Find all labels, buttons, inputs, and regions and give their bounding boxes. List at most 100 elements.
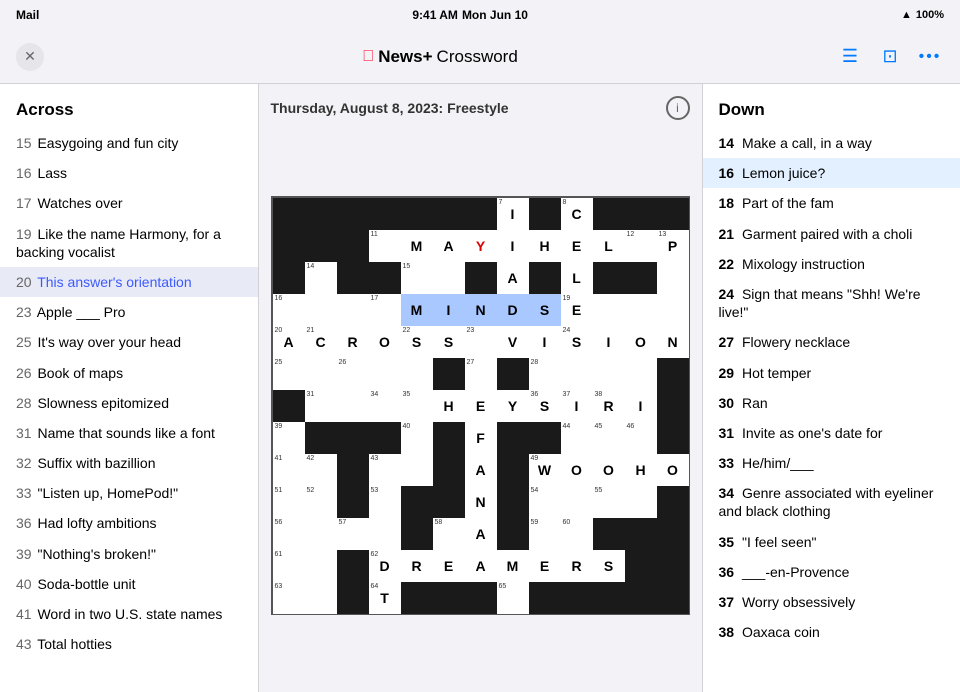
- grid-cell[interactable]: [625, 358, 657, 390]
- grid-cell[interactable]: A: [465, 518, 497, 550]
- grid-cell[interactable]: 46: [625, 422, 657, 454]
- grid-cell[interactable]: 23: [465, 326, 497, 358]
- clue-across-32[interactable]: 32 Suffix with bazillion: [0, 448, 258, 478]
- grid-cell[interactable]: 22S: [401, 326, 433, 358]
- grid-cell[interactable]: [657, 294, 689, 326]
- grid-cell[interactable]: E: [561, 230, 593, 262]
- grid-cell[interactable]: 19E: [561, 294, 593, 326]
- crossword-grid[interactable]: 7I 8C 11 M A Y I H E: [271, 196, 690, 615]
- grid-cell[interactable]: 64T: [369, 582, 401, 614]
- grid-cell[interactable]: 38R: [593, 390, 625, 422]
- clue-down-33[interactable]: 33 He/him/___: [703, 448, 960, 478]
- grid-cell[interactable]: N: [465, 486, 497, 518]
- grid-cell[interactable]: 42: [305, 454, 337, 486]
- clue-down-36[interactable]: 36 ___-en-Provence: [703, 557, 960, 587]
- grid-cell[interactable]: M: [497, 550, 529, 582]
- grid-cell[interactable]: H: [529, 230, 561, 262]
- grid-cell[interactable]: [337, 390, 369, 422]
- grid-cell[interactable]: L: [593, 230, 625, 262]
- grid-cell[interactable]: R: [561, 550, 593, 582]
- grid-cell[interactable]: 27: [465, 358, 497, 390]
- grid-cell[interactable]: N: [657, 326, 689, 358]
- grid-cell[interactable]: 53: [369, 486, 401, 518]
- grid-cell[interactable]: [401, 358, 433, 390]
- grid-cell[interactable]: N: [465, 294, 497, 326]
- info-button[interactable]: i: [666, 96, 690, 120]
- grid-cell[interactable]: 58: [433, 518, 465, 550]
- grid-cell[interactable]: 7I: [497, 198, 529, 230]
- clue-across-19[interactable]: 19 Like the name Harmony, for a backing …: [0, 219, 258, 267]
- grid-cell[interactable]: M: [401, 294, 433, 326]
- clue-down-29[interactable]: 29 Hot temper: [703, 358, 960, 388]
- clue-down-38[interactable]: 38 Oaxaca coin: [703, 617, 960, 647]
- grid-cell[interactable]: Y: [497, 390, 529, 422]
- grid-cell[interactable]: [305, 358, 337, 390]
- grid-cell[interactable]: S: [433, 326, 465, 358]
- share-button[interactable]: ⊡: [876, 43, 904, 71]
- grid-cell[interactable]: O: [369, 326, 401, 358]
- grid-cell[interactable]: I: [497, 230, 529, 262]
- clue-across-36[interactable]: 36 Had lofty ambitions: [0, 508, 258, 538]
- grid-cell[interactable]: 63: [273, 582, 305, 614]
- grid-cell[interactable]: 44: [561, 422, 593, 454]
- grid-cell[interactable]: O: [657, 454, 689, 486]
- clue-down-21[interactable]: 21 Garment paired with a choli: [703, 219, 960, 249]
- grid-cell[interactable]: E: [465, 390, 497, 422]
- grid-cell[interactable]: A: [465, 454, 497, 486]
- grid-cell[interactable]: [561, 358, 593, 390]
- clue-across-41[interactable]: 41 Word in two U.S. state names: [0, 599, 258, 629]
- grid-cell[interactable]: 65: [497, 582, 529, 614]
- clue-down-35[interactable]: 35 "I feel seen": [703, 527, 960, 557]
- grid-cell[interactable]: 59: [529, 518, 561, 550]
- grid-cell[interactable]: 25: [273, 358, 305, 390]
- grid-cell[interactable]: 56: [273, 518, 305, 550]
- grid-cell[interactable]: [305, 582, 337, 614]
- grid-cell[interactable]: A: [465, 550, 497, 582]
- grid-cell[interactable]: E: [529, 550, 561, 582]
- more-options-button[interactable]: •••: [916, 43, 944, 71]
- clue-down-34[interactable]: 34 Genre associated with eyeliner and bl…: [703, 478, 960, 526]
- clue-across-31[interactable]: 31 Name that sounds like a font: [0, 418, 258, 448]
- clue-across-25[interactable]: 25 It's way over your head: [0, 327, 258, 357]
- grid-cell[interactable]: S: [593, 550, 625, 582]
- grid-cell[interactable]: 34: [369, 390, 401, 422]
- clue-across-15[interactable]: 15 Easygoing and fun city: [0, 128, 258, 158]
- grid-cell[interactable]: E: [433, 550, 465, 582]
- grid-cell[interactable]: H: [433, 390, 465, 422]
- grid-cell[interactable]: R: [337, 326, 369, 358]
- grid-cell[interactable]: M: [401, 230, 433, 262]
- grid-cell[interactable]: Y: [465, 230, 497, 262]
- grid-cell[interactable]: 28: [529, 358, 561, 390]
- grid-cell[interactable]: [401, 454, 433, 486]
- grid-cell[interactable]: 37I: [561, 390, 593, 422]
- grid-cell[interactable]: A: [433, 230, 465, 262]
- close-button[interactable]: ✕: [16, 43, 44, 71]
- grid-cell[interactable]: I: [625, 390, 657, 422]
- grid-cell[interactable]: O: [593, 454, 625, 486]
- grid-cell[interactable]: 20A: [273, 326, 305, 358]
- clue-across-43[interactable]: 43 Total hotties: [0, 629, 258, 659]
- grid-cell[interactable]: 14: [305, 262, 337, 294]
- grid-cell[interactable]: 15: [401, 262, 433, 294]
- grid-cell[interactable]: 21C: [305, 326, 337, 358]
- grid-cell[interactable]: F: [465, 422, 497, 454]
- grid-cell[interactable]: R: [401, 550, 433, 582]
- grid-cell[interactable]: 55: [593, 486, 625, 518]
- grid-cell[interactable]: [625, 294, 657, 326]
- grid-cell[interactable]: [593, 358, 625, 390]
- grid-cell[interactable]: I: [433, 294, 465, 326]
- grid-cell[interactable]: [593, 294, 625, 326]
- grid-cell[interactable]: O: [561, 454, 593, 486]
- grid-cell[interactable]: 60: [561, 518, 593, 550]
- clue-down-30[interactable]: 30 Ran: [703, 388, 960, 418]
- grid-cell[interactable]: 43: [369, 454, 401, 486]
- grid-cell[interactable]: 13P: [657, 230, 689, 262]
- clue-across-16[interactable]: 16 Lass: [0, 158, 258, 188]
- grid-cell[interactable]: [657, 262, 689, 294]
- grid-cell[interactable]: 61: [273, 550, 305, 582]
- grid-cell[interactable]: 45: [593, 422, 625, 454]
- grid-cell[interactable]: I: [593, 326, 625, 358]
- clue-across-39[interactable]: 39 "Nothing's broken!": [0, 539, 258, 569]
- grid-cell[interactable]: 12: [625, 230, 657, 262]
- grid-cell[interactable]: [369, 358, 401, 390]
